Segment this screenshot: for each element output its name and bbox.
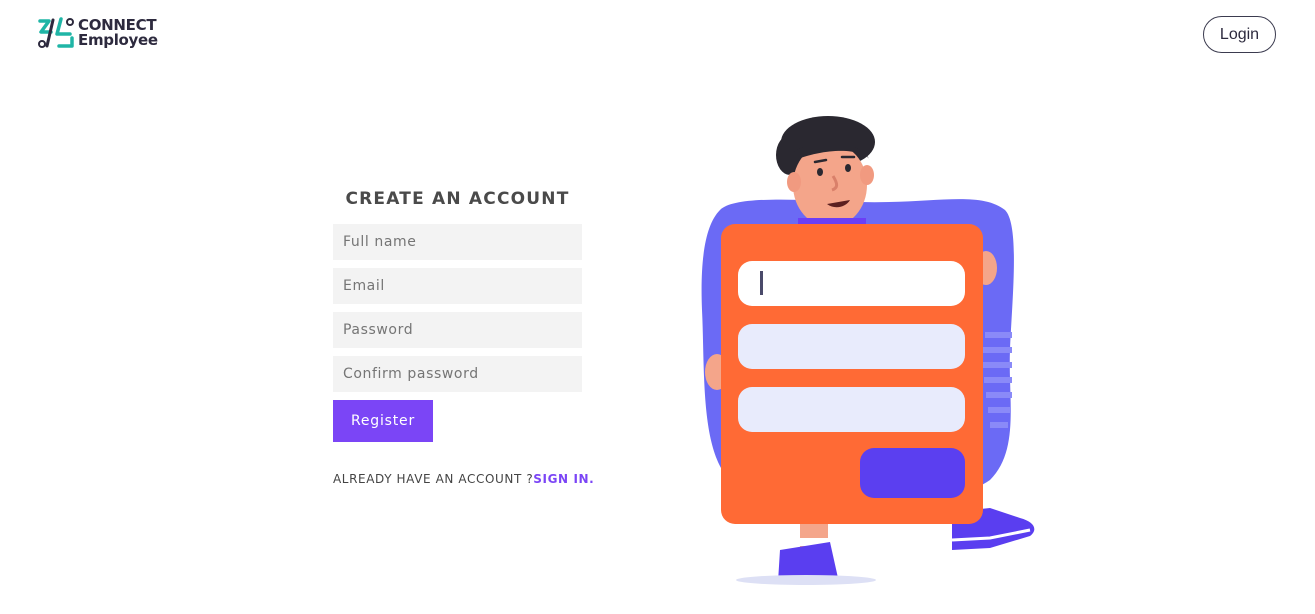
- signin-link[interactable]: SIGN IN.: [533, 472, 594, 486]
- confirm-password-input[interactable]: [333, 356, 582, 392]
- brand-logo[interactable]: CONNECT Employee: [37, 16, 158, 50]
- email-input[interactable]: [333, 268, 582, 304]
- person-with-form-illustration: [701, 116, 1035, 585]
- logo-text: CONNECT Employee: [78, 18, 158, 48]
- form-title: CREATE AN ACCOUNT: [345, 189, 570, 209]
- connect-logo-icon: [38, 17, 74, 48]
- register-form: CREATE AN ACCOUNT Register ALREADY HAVE …: [333, 188, 594, 486]
- login-button[interactable]: Login: [1203, 16, 1276, 53]
- full-name-input[interactable]: [333, 224, 582, 260]
- logo-line2: Employee: [78, 31, 158, 49]
- register-button[interactable]: Register: [333, 400, 433, 442]
- already-have-account-text: ALREADY HAVE AN ACCOUNT ?: [333, 472, 534, 486]
- signin-prompt: ALREADY HAVE AN ACCOUNT ?SIGN IN.: [333, 472, 594, 486]
- password-input[interactable]: [333, 312, 582, 348]
